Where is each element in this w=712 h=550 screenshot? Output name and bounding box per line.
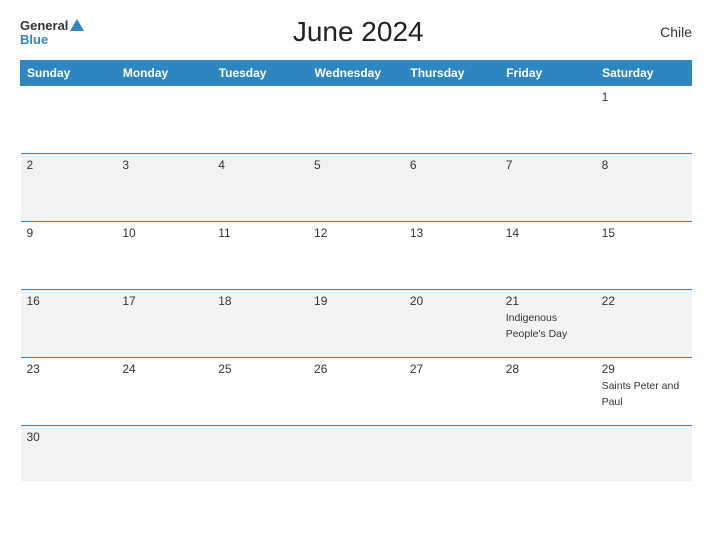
calendar-cell: 4: [212, 154, 308, 222]
day-number: 28: [506, 362, 590, 376]
day-number: 24: [122, 362, 206, 376]
week-row-4: 16 17 18 19 20 21 Indigenous People's Day 22: [21, 290, 692, 358]
calendar-cell: [308, 426, 404, 481]
calendar-cell: [212, 426, 308, 481]
calendar-cell: [596, 426, 692, 481]
calendar-cell: 18: [212, 290, 308, 358]
calendar-cell: 25: [212, 358, 308, 426]
logo-blue-text: Blue: [20, 33, 48, 46]
weekday-header-row: Sunday Monday Tuesday Wednesday Thursday…: [21, 61, 692, 86]
day-number: 21: [506, 294, 590, 308]
calendar-cell: 28: [500, 358, 596, 426]
calendar-cell: 23: [21, 358, 117, 426]
day-number: 3: [122, 158, 206, 172]
day-number: 6: [410, 158, 494, 172]
calendar-cell: 12: [308, 222, 404, 290]
calendar-table: Sunday Monday Tuesday Wednesday Thursday…: [20, 60, 692, 481]
header-thursday: Thursday: [404, 61, 500, 86]
day-number: 27: [410, 362, 494, 376]
day-number: 10: [122, 226, 206, 240]
calendar-cell: 16: [21, 290, 117, 358]
country-label: Chile: [632, 24, 692, 40]
calendar-cell: [404, 426, 500, 481]
day-number: 29: [602, 362, 686, 376]
calendar-cell: 6: [404, 154, 500, 222]
calendar-cell: 30: [21, 426, 117, 481]
week-row-2: 2345678: [21, 154, 692, 222]
header-sunday: Sunday: [21, 61, 117, 86]
calendar-cell: 10: [116, 222, 212, 290]
calendar-cell: 29 Saints Peter and Paul: [596, 358, 692, 426]
calendar-cell: 5: [308, 154, 404, 222]
calendar-cell: [500, 86, 596, 154]
calendar-cell: 9: [21, 222, 117, 290]
calendar-cell: 20: [404, 290, 500, 358]
calendar-cell: [404, 86, 500, 154]
header-tuesday: Tuesday: [212, 61, 308, 86]
page-header: General Blue June 2024 Chile: [20, 16, 692, 48]
calendar-cell: 2: [21, 154, 117, 222]
calendar-cell: 26: [308, 358, 404, 426]
day-number: 12: [314, 226, 398, 240]
day-number: 4: [218, 158, 302, 172]
calendar-cell: [308, 86, 404, 154]
day-number: 20: [410, 294, 494, 308]
day-number: 16: [27, 294, 111, 308]
calendar-cell: 15: [596, 222, 692, 290]
logo: General Blue: [20, 19, 84, 46]
calendar-cell: 27: [404, 358, 500, 426]
calendar-cell: [116, 426, 212, 481]
day-number: 15: [602, 226, 686, 240]
week-row-6: 30: [21, 426, 692, 481]
calendar-cell: [500, 426, 596, 481]
day-number: 23: [27, 362, 111, 376]
calendar-cell: 3: [116, 154, 212, 222]
logo-triangle-icon: [70, 19, 84, 31]
day-number: 26: [314, 362, 398, 376]
calendar-cell: 24: [116, 358, 212, 426]
calendar-cell: [212, 86, 308, 154]
calendar-cell: 7: [500, 154, 596, 222]
day-number: 11: [218, 226, 302, 240]
header-friday: Friday: [500, 61, 596, 86]
day-number: 2: [27, 158, 111, 172]
calendar-cell: [116, 86, 212, 154]
day-number: 17: [122, 294, 206, 308]
event-label: Indigenous People's Day: [506, 312, 568, 340]
day-number: 1: [602, 90, 686, 104]
logo-general-text: General: [20, 19, 68, 32]
week-row-3: 9 10 11 12 13 14 15: [21, 222, 692, 290]
day-number: 13: [410, 226, 494, 240]
header-monday: Monday: [116, 61, 212, 86]
event-label: Saints Peter and Paul: [602, 380, 680, 408]
week-row-1: 1: [21, 86, 692, 154]
calendar-cell: 13: [404, 222, 500, 290]
day-number: 5: [314, 158, 398, 172]
calendar-cell: 1: [596, 86, 692, 154]
day-number: 22: [602, 294, 686, 308]
calendar-cell: 17: [116, 290, 212, 358]
calendar-cell: 19: [308, 290, 404, 358]
calendar-cell: 21 Indigenous People's Day: [500, 290, 596, 358]
calendar-cell: [21, 86, 117, 154]
day-number: 7: [506, 158, 590, 172]
calendar-cell: 14: [500, 222, 596, 290]
calendar-title: June 2024: [84, 16, 632, 48]
day-number: 25: [218, 362, 302, 376]
day-number: 8: [602, 158, 686, 172]
day-number: 14: [506, 226, 590, 240]
calendar-cell: 11: [212, 222, 308, 290]
day-number: 19: [314, 294, 398, 308]
day-number: 30: [27, 430, 111, 444]
week-row-5: 23 24 25 26 27 28 29 Saints Peter and Paul: [21, 358, 692, 426]
header-wednesday: Wednesday: [308, 61, 404, 86]
day-number: 9: [27, 226, 111, 240]
calendar-cell: 8: [596, 154, 692, 222]
day-number: 18: [218, 294, 302, 308]
header-saturday: Saturday: [596, 61, 692, 86]
calendar-cell: 22: [596, 290, 692, 358]
